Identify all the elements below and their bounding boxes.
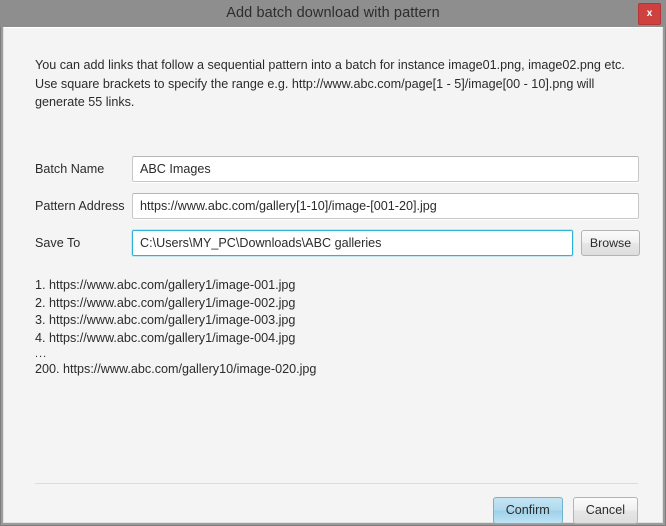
list-item: 2. https://www.abc.com/gallery1/image-00…	[35, 295, 595, 313]
list-item: 4. https://www.abc.com/gallery1/image-00…	[35, 330, 595, 348]
cancel-button[interactable]: Cancel	[573, 497, 638, 524]
list-item: 3. https://www.abc.com/gallery1/image-00…	[35, 312, 595, 330]
generated-links-preview: 1. https://www.abc.com/gallery1/image-00…	[35, 277, 595, 379]
save-to-label: Save To	[35, 237, 132, 250]
list-item: 1. https://www.abc.com/gallery1/image-00…	[35, 277, 595, 295]
batch-name-input[interactable]	[132, 156, 639, 182]
close-icon: x	[647, 9, 653, 19]
dialog-content: You can add links that follow a sequenti…	[3, 27, 663, 523]
title-bar: Add batch download with pattern x	[0, 0, 666, 27]
list-ellipsis: ...	[35, 347, 595, 361]
dialog-window: Add batch download with pattern x You ca…	[0, 0, 666, 526]
batch-name-label: Batch Name	[35, 163, 132, 176]
list-item-last: 200. https://www.abc.com/gallery10/image…	[35, 361, 595, 379]
browse-button[interactable]: Browse	[581, 230, 640, 256]
field-row-batch-name: Batch Name	[35, 156, 639, 182]
dialog-footer: Confirm Cancel	[4, 495, 664, 525]
pattern-address-label: Pattern Address	[35, 200, 132, 213]
confirm-button[interactable]: Confirm	[493, 497, 563, 524]
field-row-pattern-address: Pattern Address	[35, 193, 639, 219]
description-text: You can add links that follow a sequenti…	[35, 56, 630, 112]
pattern-address-input[interactable]	[132, 193, 639, 219]
save-to-input[interactable]	[132, 230, 573, 256]
field-row-save-to: Save To Browse	[35, 230, 639, 256]
close-button[interactable]: x	[638, 3, 661, 25]
footer-divider	[35, 483, 638, 484]
dialog-title: Add batch download with pattern	[226, 6, 440, 22]
